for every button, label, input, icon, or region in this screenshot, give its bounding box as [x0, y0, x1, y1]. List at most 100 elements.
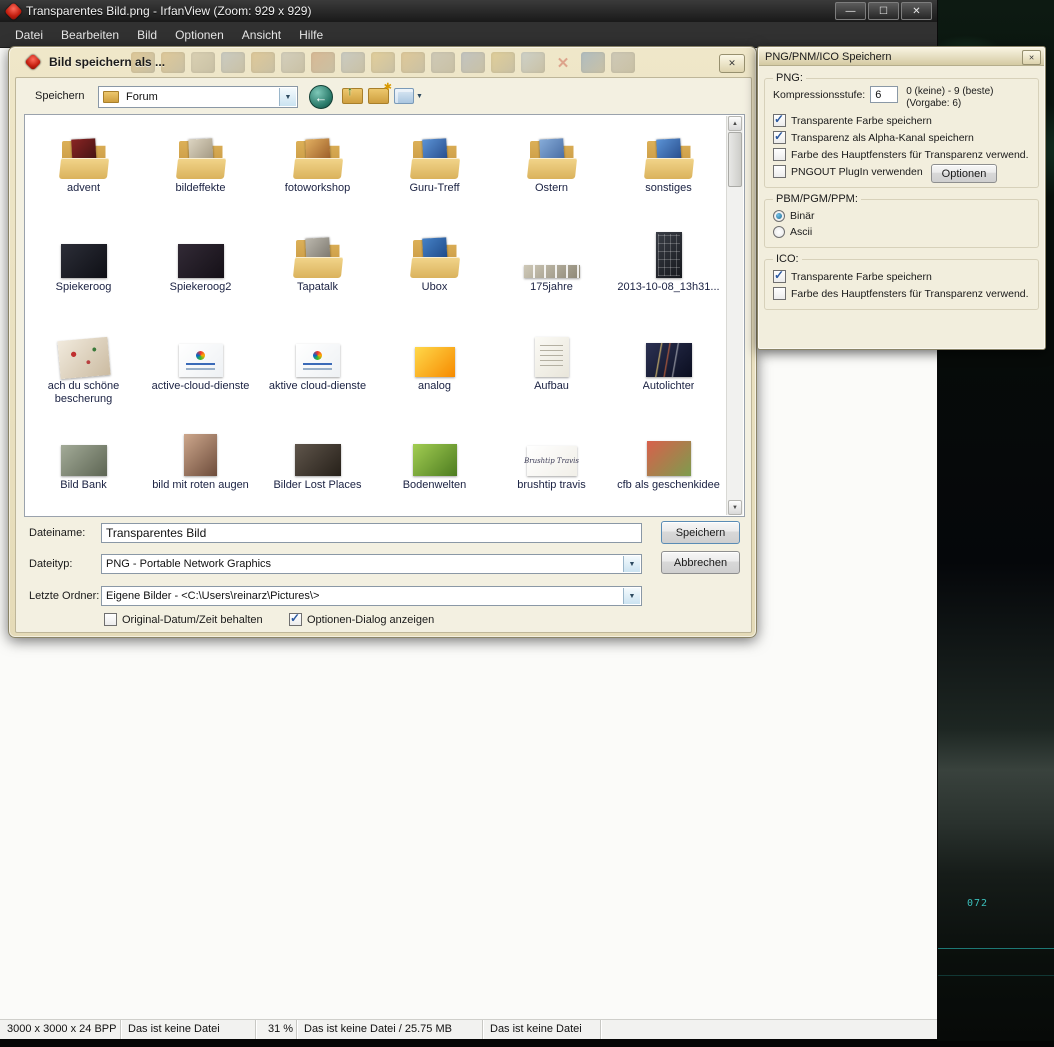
image-thumbnail: Brushtip Travis: [527, 446, 577, 476]
menu-bar: DateiBearbeitenBildOptionenAnsichtHilfe: [0, 22, 937, 48]
menu-optionen[interactable]: Optionen: [166, 22, 233, 48]
option-row[interactable]: Ascii: [773, 226, 1030, 238]
options-dialog-titlebar[interactable]: PNG/PNM/ICO Speichern ✕: [759, 48, 1044, 66]
checkbox[interactable]: [773, 165, 786, 178]
option-label: PNGOUT PlugIn verwenden: [791, 166, 923, 178]
checkbox[interactable]: [773, 114, 786, 127]
menu-hilfe[interactable]: Hilfe: [290, 22, 332, 48]
file-item[interactable]: Autolichter: [610, 319, 727, 418]
options-dialog-close-button[interactable]: ✕: [1022, 50, 1041, 65]
file-item[interactable]: analog: [376, 319, 493, 418]
file-item[interactable]: Spiekeroog: [25, 220, 142, 319]
file-item[interactable]: Aufbau: [493, 319, 610, 418]
file-item[interactable]: active-cloud-dienste: [142, 319, 259, 418]
pngout-options-button[interactable]: Optionen: [931, 164, 997, 183]
chevron-down-icon[interactable]: ▼: [623, 588, 640, 604]
view-menu-button[interactable]: ▼: [394, 88, 423, 104]
show-options-checkbox[interactable]: [289, 613, 302, 626]
file-item[interactable]: fotoworkshop: [259, 121, 376, 220]
folder-combobox[interactable]: Forum ▼: [98, 86, 298, 108]
menu-bild[interactable]: Bild: [128, 22, 166, 48]
file-item[interactable]: 2013-10-08_13h31...: [610, 220, 727, 319]
file-item[interactable]: Guru-Treff: [376, 121, 493, 220]
menu-bearbeiten[interactable]: Bearbeiten: [52, 22, 128, 48]
cancel-button[interactable]: Abbrechen: [661, 551, 740, 574]
menu-ansicht[interactable]: Ansicht: [233, 22, 290, 48]
show-options-option[interactable]: Optionen-Dialog anzeigen: [289, 613, 434, 626]
file-item[interactable]: Ubox: [376, 220, 493, 319]
file-item[interactable]: aktive cloud-dienste: [259, 319, 376, 418]
save-button[interactable]: Speichern: [661, 521, 740, 544]
file-item[interactable]: bild mit roten augen: [142, 418, 259, 517]
option-row[interactable]: Transparente Farbe speichern: [773, 270, 1030, 283]
file-item[interactable]: sonstiges: [610, 121, 727, 220]
file-label: sonstiges: [645, 182, 691, 195]
option-row[interactable]: Transparenz als Alpha-Kanal speichern: [773, 131, 1030, 144]
new-folder-button[interactable]: ✱: [368, 88, 389, 104]
keep-date-checkbox[interactable]: [104, 613, 117, 626]
status-cell: Das ist keine Datei: [483, 1020, 601, 1039]
file-item[interactable]: Bilder Lost Places: [259, 418, 376, 517]
image-thumbnail: [184, 434, 217, 476]
thumbnail-area: [411, 121, 459, 179]
folder-preview-image: [305, 138, 331, 169]
file-item[interactable]: Bodenwelten: [376, 418, 493, 517]
status-cell: 3000 x 3000 x 24 BPP: [0, 1020, 121, 1039]
option-row[interactable]: Farbe des Hauptfensters für Transparenz …: [773, 148, 1030, 161]
scroll-down-button[interactable]: ▼: [728, 500, 742, 515]
up-folder-button[interactable]: ↑: [342, 88, 363, 104]
filetype-combobox[interactable]: PNG - Portable Network Graphics ▼: [101, 554, 642, 574]
title-bar[interactable]: Transparentes Bild.png - IrfanView (Zoom…: [0, 0, 937, 22]
file-item[interactable]: ach du schöne bescherung: [25, 319, 142, 418]
file-label: analog: [418, 380, 451, 393]
save-dialog-close-button[interactable]: ✕: [719, 54, 745, 73]
file-item[interactable]: Tapatalk: [259, 220, 376, 319]
radio-button[interactable]: [773, 210, 785, 222]
option-label: Transparenz als Alpha-Kanal speichern: [791, 132, 974, 144]
file-item[interactable]: cfb als geschenkidee: [610, 418, 727, 517]
file-item[interactable]: Bild Bank: [25, 418, 142, 517]
checkbox[interactable]: [773, 131, 786, 144]
maximize-button[interactable]: ☐: [868, 2, 899, 20]
back-button[interactable]: ←: [309, 85, 333, 109]
thumbnail-area: [535, 319, 569, 377]
keep-date-option[interactable]: Original-Datum/Zeit behalten: [104, 613, 263, 626]
image-thumbnail: [646, 343, 692, 377]
compression-input[interactable]: [870, 86, 898, 103]
file-item[interactable]: Ostern: [493, 121, 610, 220]
thumbnail-area: [294, 220, 342, 278]
filename-input[interactable]: [101, 523, 642, 543]
menu-datei[interactable]: Datei: [6, 22, 52, 48]
status-bar: 3000 x 3000 x 24 BPPDas ist keine Datei3…: [0, 1019, 937, 1039]
file-item[interactable]: bildeffekte: [142, 121, 259, 220]
filetype-value: PNG - Portable Network Graphics: [102, 558, 641, 570]
file-item[interactable]: Spiekeroog2: [142, 220, 259, 319]
radio-button[interactable]: [773, 226, 785, 238]
file-item[interactable]: advent: [25, 121, 142, 220]
checkbox[interactable]: [773, 287, 786, 300]
compression-hint-default: (Vorgabe: 6): [906, 98, 993, 110]
save-dialog-titlebar[interactable]: Bild speichern als ... ✕: [9, 47, 756, 77]
chevron-down-icon[interactable]: ▼: [623, 556, 640, 572]
checkbox[interactable]: [773, 270, 786, 283]
recent-folders-combobox[interactable]: Eigene Bilder - <C:\Users\reinarz\Pictur…: [101, 586, 642, 606]
status-cell: Das ist keine Datei: [121, 1020, 256, 1039]
close-button[interactable]: ✕: [901, 2, 932, 20]
ico-group-label: ICO:: [773, 253, 802, 265]
scrollbar-thumb[interactable]: [728, 132, 742, 187]
recent-folders-label: Letzte Ordner:: [29, 590, 99, 602]
file-label: Bild Bank: [60, 479, 106, 492]
thumbnail-area: [415, 319, 455, 377]
scroll-up-button[interactable]: ▲: [728, 116, 742, 131]
file-item[interactable]: 175jahre: [493, 220, 610, 319]
minimize-button[interactable]: —: [835, 2, 866, 20]
checkbox[interactable]: [773, 148, 786, 161]
chevron-down-icon[interactable]: ▼: [279, 88, 296, 106]
option-row[interactable]: Farbe des Hauptfensters für Transparenz …: [773, 287, 1030, 300]
thumbnail-area: [647, 418, 691, 476]
option-row[interactable]: Transparente Farbe speichern: [773, 114, 1030, 127]
option-label: Transparente Farbe speichern: [791, 115, 932, 127]
file-item[interactable]: Brushtip Travisbrushtip travis: [493, 418, 610, 517]
option-row[interactable]: Binär: [773, 210, 1030, 222]
file-list-scrollbar[interactable]: ▲ ▼: [726, 116, 743, 515]
